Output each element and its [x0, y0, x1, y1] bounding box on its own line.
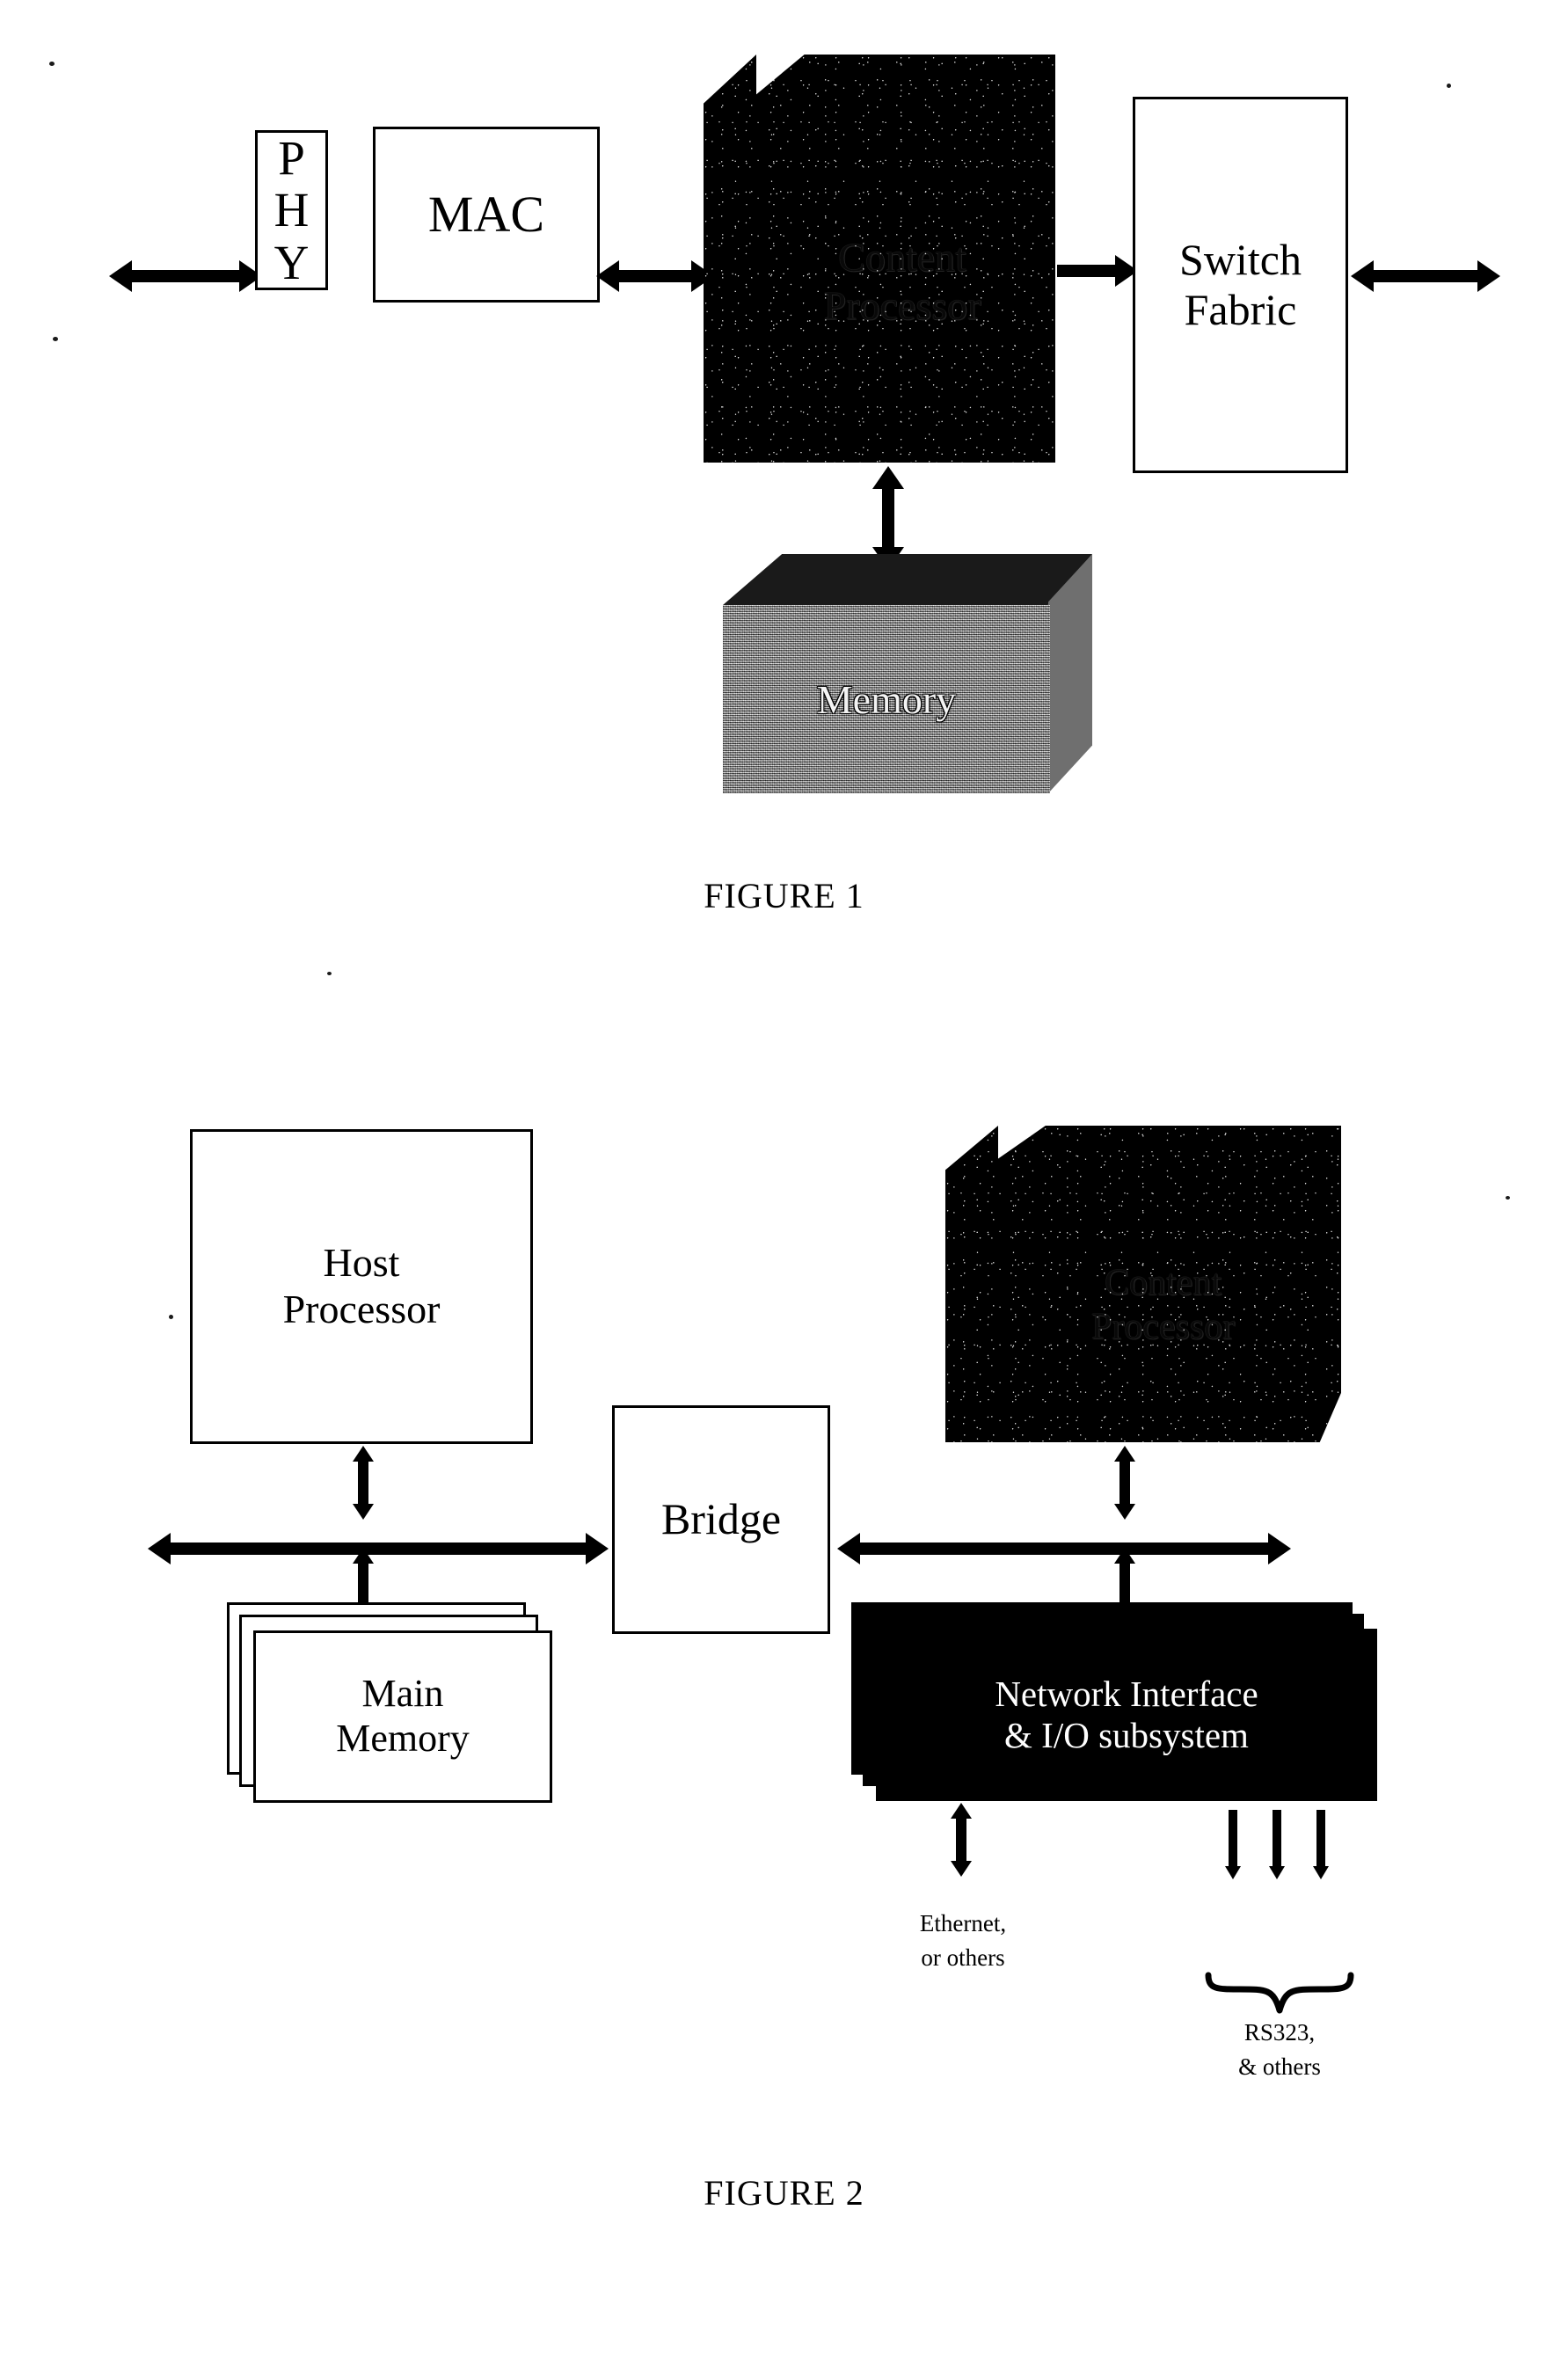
scan-speck [169, 1315, 173, 1319]
arrowhead-down-1 [1225, 1866, 1241, 1879]
block-bridge: Bridge [612, 1405, 830, 1634]
arrowhead-right [1268, 1533, 1291, 1564]
arrowhead-down-3 [1313, 1866, 1329, 1879]
bus-shaft [171, 1543, 593, 1555]
block-content-processor-label-fig1: Content Processor [823, 234, 981, 328]
cube-front-face: Content Processor [985, 1168, 1341, 1442]
arrowhead-down [353, 1504, 374, 1520]
phy-letter-y: Y [273, 235, 310, 289]
scan-speck [1447, 84, 1451, 88]
arrow-shaft-1 [1229, 1810, 1237, 1870]
figure-sheet: P H Y MAC Content Processor Switch Fabri… [0, 0, 1568, 2363]
arrow-shaft-3 [1316, 1810, 1325, 1870]
arrowhead-left [596, 260, 619, 292]
cube-side-face [704, 55, 756, 463]
arrow-shaft [619, 270, 698, 282]
arrowhead-down [1114, 1504, 1135, 1520]
arrowhead-up [1114, 1446, 1135, 1462]
arrow-shaft [132, 270, 246, 282]
figure-1-caption: FIGURE 1 [704, 876, 864, 915]
stack-sheet-front: Network Interface & I/O subsystem [876, 1629, 1377, 1801]
arrowhead-up [872, 466, 904, 489]
scan-speck [49, 62, 55, 66]
arrowhead-up [353, 1446, 374, 1462]
annotation-rs323: RS323, & others [1238, 2019, 1321, 2081]
memory-front-face: Memory [723, 605, 1050, 793]
block-mac-label: MAC [427, 185, 545, 243]
arrowhead-left [109, 260, 132, 292]
arrowhead-up [951, 1803, 972, 1819]
arrowhead-right [586, 1533, 609, 1564]
phy-letter-p: P [278, 130, 305, 185]
scan-speck [53, 337, 58, 341]
arrowhead-down-2 [1269, 1866, 1285, 1879]
annotation-ethernet: Ethernet, or others [919, 1910, 1007, 1972]
phy-letter-h: H [273, 183, 310, 237]
block-mac: MAC [373, 127, 600, 303]
rs323-brace [1205, 1970, 1354, 2016]
scan-speck [327, 972, 332, 975]
arrow-shaft-2 [1273, 1810, 1281, 1870]
cube-top-face [985, 1126, 1341, 1168]
arrowhead-right [1477, 260, 1500, 292]
arrowhead-up [353, 1548, 374, 1564]
bus-shaft [860, 1543, 1275, 1555]
block-host-processor: Host Processor [190, 1129, 533, 1444]
block-memory: Memory [688, 554, 1092, 793]
arrowhead-left [148, 1533, 171, 1564]
memory-top-face [723, 554, 1092, 605]
arrow-shaft [1374, 270, 1484, 282]
figure-2-caption: FIGURE 2 [704, 2173, 864, 2213]
stack-sheet-front: Main Memory [253, 1630, 552, 1803]
block-host-processor-label: Host Processor [282, 1240, 441, 1331]
arrow-shaft [956, 1819, 966, 1864]
arrow-shaft [358, 1462, 368, 1507]
arrow-shaft [1119, 1462, 1130, 1507]
block-switch-fabric: Switch Fabric [1133, 97, 1348, 473]
block-content-processor-fig1: Content Processor [704, 55, 1055, 463]
block-bridge-label: Bridge [660, 1494, 782, 1544]
arrowhead-up [1114, 1548, 1135, 1564]
arrow-shaft [1057, 265, 1122, 277]
cube-top-face [749, 55, 1055, 100]
arrowhead-down [951, 1861, 972, 1877]
arrowhead-left [1351, 260, 1374, 292]
block-network-interface-label: Network Interface & I/O subsystem [995, 1673, 1258, 1755]
block-phy: P H Y [255, 130, 328, 290]
arrow-shaft [882, 489, 894, 554]
block-main-memory-label: Main Memory [336, 1672, 470, 1760]
block-switch-fabric-label: Switch Fabric [1179, 234, 1302, 335]
block-network-interface: Network Interface & I/O subsystem [851, 1602, 1397, 1813]
block-main-memory: Main Memory [227, 1602, 579, 1805]
block-content-processor-fig2: Content Processor [945, 1126, 1341, 1442]
block-memory-label: Memory [816, 676, 957, 722]
scan-speck [1506, 1196, 1510, 1200]
block-content-processor-label-fig2: Content Processor [1090, 1262, 1236, 1347]
block-phy-label: P H Y [273, 130, 310, 289]
cube-front-face: Content Processor [749, 100, 1055, 463]
arrowhead-left [837, 1533, 860, 1564]
